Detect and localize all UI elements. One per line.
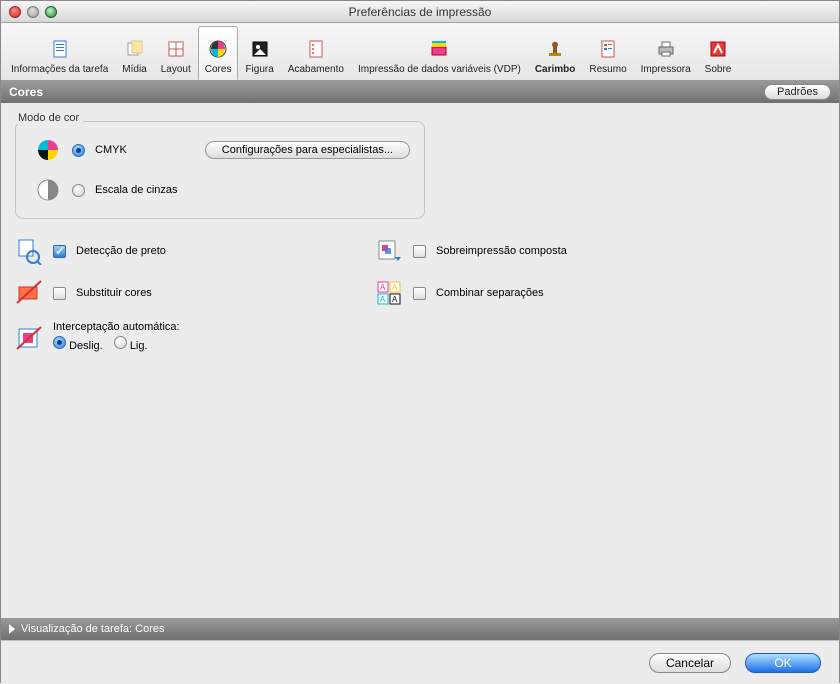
tab-layout[interactable]: Layout xyxy=(154,26,198,80)
tab-label: Sobre xyxy=(705,64,732,75)
tab-vdp[interactable]: Impressão de dados variáveis (VDP) xyxy=(351,26,528,80)
overprint-icon xyxy=(375,237,403,265)
substitute-icon xyxy=(15,279,43,307)
tab-label: Cores xyxy=(205,64,232,75)
tab-colors[interactable]: Cores xyxy=(198,26,239,80)
color-mode-group: Modo de cor CMYK Configurações para espe… xyxy=(15,121,425,219)
preview-bar[interactable]: Visualização de tarefa: Cores xyxy=(1,618,839,640)
cmyk-label: CMYK xyxy=(95,144,127,156)
tab-label: Layout xyxy=(161,64,191,75)
ok-button[interactable]: OK xyxy=(745,653,821,673)
defaults-button[interactable]: Padrões xyxy=(764,84,831,100)
page-icon xyxy=(49,38,71,60)
combine-separations-checkbox[interactable] xyxy=(413,287,426,300)
tab-label: Impressora xyxy=(641,64,691,75)
printer-icon xyxy=(655,38,677,60)
content-area: Modo de cor CMYK Configurações para espe… xyxy=(1,103,839,618)
about-icon xyxy=(707,38,729,60)
tab-printer[interactable]: Impressora xyxy=(634,26,698,80)
combine-separations-label: Combinar separações xyxy=(436,287,544,299)
cancel-button[interactable]: Cancelar xyxy=(649,653,731,673)
autotrap-off-radio[interactable] xyxy=(53,336,66,349)
black-detect-icon xyxy=(15,237,43,265)
grayscale-label: Escala de cinzas xyxy=(95,184,178,196)
substitute-colors-checkbox[interactable] xyxy=(53,287,66,300)
media-icon xyxy=(124,38,146,60)
autotrap-label: Interceptação automática: xyxy=(53,321,180,333)
layout-icon xyxy=(165,38,187,60)
tab-finishing[interactable]: Acabamento xyxy=(281,26,351,80)
composite-overprint-label: Sobreimpressão composta xyxy=(436,245,567,257)
black-detection-checkbox[interactable] xyxy=(53,245,66,258)
svg-text:A: A xyxy=(380,295,386,304)
expert-settings-button[interactable]: Configurações para especialistas... xyxy=(205,141,410,159)
tab-label: Figura xyxy=(245,64,273,75)
color-mode-label: Modo de cor xyxy=(14,112,83,124)
svg-text:A: A xyxy=(380,283,386,292)
disclosure-triangle-icon xyxy=(9,624,15,634)
tab-media[interactable]: Mídia xyxy=(115,26,153,80)
black-detection-label: Detecção de preto xyxy=(76,245,166,257)
tab-label: Informações da tarefa xyxy=(11,64,108,75)
tab-label: Carimbo xyxy=(535,64,576,75)
window-title: Preferências de impressão xyxy=(1,5,839,19)
stamp-icon xyxy=(544,38,566,60)
tab-stamp[interactable]: Carimbo xyxy=(528,26,583,80)
tab-label: Mídia xyxy=(122,64,146,75)
svg-text:A: A xyxy=(392,283,398,292)
tab-summary[interactable]: Resumo xyxy=(582,26,633,80)
preview-label: Visualização de tarefa: Cores xyxy=(21,623,165,635)
toolbar: Informações da tarefa Mídia Layout Cores… xyxy=(1,23,839,81)
tab-image[interactable]: Figura xyxy=(238,26,280,80)
svg-text:A: A xyxy=(392,295,398,304)
color-wheel-icon xyxy=(207,38,229,60)
cmyk-radio[interactable] xyxy=(72,144,85,157)
image-icon xyxy=(249,38,271,60)
autotrap-on-radio[interactable] xyxy=(114,336,127,349)
button-bar: Cancelar OK xyxy=(1,640,839,684)
finishing-icon xyxy=(305,38,327,60)
tab-about[interactable]: Sobre xyxy=(698,26,739,80)
grayscale-icon xyxy=(34,176,62,204)
summary-icon xyxy=(597,38,619,60)
tab-label: Acabamento xyxy=(288,64,344,75)
combine-sep-icon: A A A A xyxy=(375,279,403,307)
grayscale-radio[interactable] xyxy=(72,184,85,197)
tab-label: Impressão de dados variáveis (VDP) xyxy=(358,64,521,75)
cmyk-icon xyxy=(34,136,62,164)
section-title: Cores xyxy=(9,85,43,99)
tab-label: Resumo xyxy=(589,64,626,75)
titlebar: Preferências de impressão xyxy=(1,1,839,23)
autotrap-icon xyxy=(15,325,43,353)
autotrap-off-label: Deslig. xyxy=(69,340,103,352)
tab-job-info[interactable]: Informações da tarefa xyxy=(4,26,115,80)
substitute-colors-label: Substituir cores xyxy=(76,287,152,299)
vdp-icon xyxy=(428,38,450,60)
autotrap-on-label: Lig. xyxy=(130,340,148,352)
section-header: Cores Padrões xyxy=(1,81,839,103)
composite-overprint-checkbox[interactable] xyxy=(413,245,426,258)
